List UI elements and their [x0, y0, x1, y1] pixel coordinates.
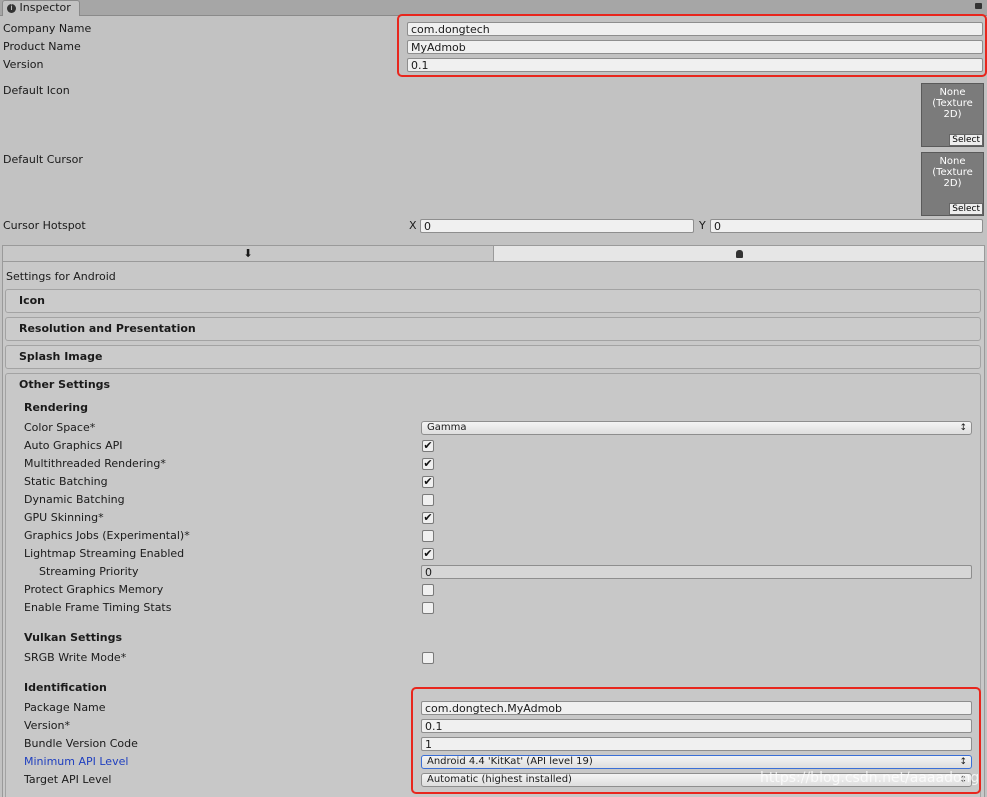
- company-name-label: Company Name: [3, 22, 92, 35]
- rendering-option-label: Auto Graphics API: [24, 439, 123, 452]
- default-icon-slot[interactable]: None (Texture 2D) Select: [921, 83, 984, 147]
- select-button[interactable]: Select: [949, 203, 983, 215]
- package-name-label: Package Name: [24, 701, 106, 714]
- product-name-label: Product Name: [3, 40, 81, 53]
- section-splash[interactable]: Splash Image: [5, 345, 981, 369]
- hotspot-y-label: Y: [699, 219, 706, 232]
- version-label: Version: [3, 58, 44, 71]
- rendering-option-label: Graphics Jobs (Experimental)*: [24, 529, 190, 542]
- section-icon[interactable]: Icon: [5, 289, 981, 313]
- min-api-label: Minimum API Level: [24, 755, 129, 768]
- srgb-write-checkbox[interactable]: [422, 652, 434, 664]
- platform-tabs: ⬇: [2, 245, 985, 262]
- color-space-value: Gamma: [427, 422, 467, 433]
- android-icon: [735, 250, 743, 258]
- rendering-option-label: Dynamic Batching: [24, 493, 125, 506]
- tab-title: Inspector: [19, 1, 71, 14]
- bundle-code-label: Bundle Version Code: [24, 737, 138, 750]
- vulkan-heading: Vulkan Settings: [24, 631, 123, 644]
- rendering-option-label: Static Batching: [24, 475, 108, 488]
- default-cursor-slot[interactable]: None (Texture 2D) Select: [921, 152, 984, 216]
- default-cursor-label: Default Cursor: [3, 153, 83, 166]
- rendering-heading: Rendering: [24, 401, 88, 414]
- rendering-option-checkbox[interactable]: ✔: [422, 476, 434, 488]
- srgb-write-label: SRGB Write Mode*: [24, 651, 127, 664]
- color-space-label: Color Space*: [24, 421, 96, 434]
- watermark: https://blog.csdn.net/aaaadong: [760, 770, 980, 786]
- streaming-priority-field[interactable]: 0: [421, 565, 972, 579]
- hotspot-x-label: X: [409, 219, 417, 232]
- texture-none-text: None (Texture 2D): [932, 156, 973, 189]
- texture-none-text: None (Texture 2D): [932, 87, 973, 120]
- frame-timing-label: Enable Frame Timing Stats: [24, 601, 172, 614]
- info-icon: i: [7, 3, 16, 13]
- hotspot-x-field[interactable]: 0: [420, 219, 694, 233]
- rendering-option-label: Multithreaded Rendering*: [24, 457, 166, 470]
- rendering-option-checkbox[interactable]: ✔: [422, 440, 434, 452]
- protect-memory-checkbox[interactable]: [422, 584, 434, 596]
- cursor-hotspot-label: Cursor Hotspot: [3, 219, 86, 232]
- streaming-priority-label: Streaming Priority: [39, 565, 139, 578]
- target-api-label: Target API Level: [24, 773, 112, 786]
- color-space-dropdown[interactable]: Gamma ↕: [421, 421, 972, 435]
- section-resolution[interactable]: Resolution and Presentation: [5, 317, 981, 341]
- frame-timing-checkbox[interactable]: [422, 602, 434, 614]
- dropdown-arrow-icon: ↕: [959, 423, 967, 433]
- hotspot-y-field[interactable]: 0: [710, 219, 983, 233]
- protect-memory-label: Protect Graphics Memory: [24, 583, 164, 596]
- download-icon: ⬇: [243, 247, 253, 260]
- lock-icon[interactable]: [975, 3, 982, 9]
- inspector-tab[interactable]: i Inspector: [2, 0, 80, 16]
- tab-standalone[interactable]: ⬇: [3, 246, 494, 261]
- rendering-option-checkbox[interactable]: ✔: [422, 512, 434, 524]
- rendering-option-checkbox[interactable]: [422, 530, 434, 542]
- rendering-option-checkbox[interactable]: ✔: [422, 458, 434, 470]
- id-version-label: Version*: [24, 719, 70, 732]
- rendering-option-checkbox[interactable]: ✔: [422, 548, 434, 560]
- default-icon-label: Default Icon: [3, 84, 70, 97]
- identification-heading: Identification: [24, 681, 107, 694]
- tab-android[interactable]: [494, 246, 984, 261]
- rendering-option-label: Lightmap Streaming Enabled: [24, 547, 185, 560]
- section-other-title: Other Settings: [19, 378, 111, 391]
- rendering-option-label: GPU Skinning*: [24, 511, 104, 524]
- highlight-box-top: [397, 14, 987, 77]
- rendering-option-checkbox[interactable]: [422, 494, 434, 506]
- select-button[interactable]: Select: [949, 134, 983, 146]
- settings-for-label: Settings for Android: [6, 270, 116, 283]
